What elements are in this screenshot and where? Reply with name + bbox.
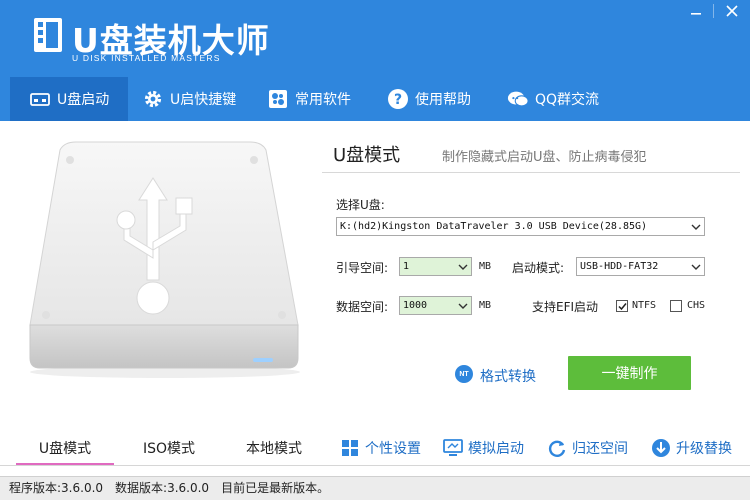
ntfs-label: NTFS bbox=[632, 300, 657, 311]
boot-mode-select[interactable]: USB-HDD-FAT32 bbox=[576, 257, 705, 276]
efi-label: 支持EFI启动 bbox=[532, 300, 599, 314]
status-bar: 程序版本:3.6.0.0 数据版本:3.6.0.0 目前已是最新版本。 bbox=[0, 476, 750, 500]
help-icon: ? bbox=[387, 88, 409, 110]
chevron-down-icon bbox=[458, 264, 468, 270]
minimize-icon bbox=[691, 13, 701, 15]
tool-label: 归还空间 bbox=[572, 441, 628, 457]
divider bbox=[0, 465, 750, 466]
data-space-unit: MB bbox=[479, 300, 492, 311]
program-version: 程序版本:3.6.0.0 bbox=[9, 481, 104, 495]
usb-drive-illustration bbox=[29, 141, 300, 378]
tab-local-mode[interactable]: 本地模式 bbox=[225, 430, 323, 466]
app-subtitle: U DISK INSTALLED MASTERS bbox=[72, 53, 221, 63]
upgrade-replace-button[interactable]: 升级替换 bbox=[651, 430, 732, 466]
svg-text:?: ? bbox=[394, 92, 402, 108]
data-version: 数据版本:3.6.0.0 bbox=[115, 481, 210, 495]
format-convert-link[interactable]: 格式转换 bbox=[480, 366, 536, 386]
data-space-label: 数据空间: bbox=[336, 300, 389, 314]
tab-iso-mode[interactable]: ISO模式 bbox=[120, 430, 218, 466]
boot-space-value: 1 bbox=[403, 261, 410, 272]
download-icon bbox=[651, 438, 671, 458]
boot-mode-value: USB-HDD-FAT32 bbox=[580, 261, 659, 272]
tool-label: 升级替换 bbox=[676, 441, 732, 457]
update-status: 目前已是最新版本。 bbox=[221, 481, 330, 495]
main-nav: U盘启动 U启快捷键 常用软件 ? 使用帮助 QQ群交流 bbox=[0, 77, 750, 121]
simulate-boot-button[interactable]: 模拟启动 bbox=[443, 430, 524, 466]
grid-icon bbox=[340, 438, 360, 458]
restore-space-button[interactable]: 归还空间 bbox=[547, 430, 628, 466]
chevron-down-icon bbox=[691, 224, 701, 230]
personal-settings-button[interactable]: 个性设置 bbox=[340, 430, 421, 466]
data-space-value: 1000 bbox=[403, 300, 428, 311]
software-icon bbox=[267, 88, 289, 110]
select-disk-label: 选择U盘: bbox=[336, 198, 385, 212]
nav-label: 常用软件 bbox=[295, 92, 351, 108]
ntfs-checkbox[interactable] bbox=[616, 300, 628, 312]
close-icon bbox=[726, 5, 738, 17]
tab-u-disk-mode[interactable]: U盘模式 bbox=[16, 430, 114, 466]
gear-icon bbox=[142, 88, 164, 110]
one-click-make-button[interactable]: 一键制作 bbox=[568, 356, 691, 390]
minimize-button[interactable] bbox=[678, 0, 714, 22]
monitor-icon bbox=[443, 438, 463, 458]
boot-space-label: 引导空间: bbox=[336, 261, 389, 275]
checkmark-icon bbox=[618, 303, 627, 311]
nav-qq-group[interactable]: QQ群交流 bbox=[507, 77, 599, 121]
nav-label: QQ群交流 bbox=[535, 92, 600, 108]
boot-mode-label: 启动模式: bbox=[512, 261, 565, 275]
chs-label: CHS bbox=[687, 300, 706, 311]
format-convert-icon[interactable]: NT bbox=[455, 365, 473, 383]
chat-icon bbox=[507, 88, 529, 110]
header-bar: U盘装机大师 U DISK INSTALLED MASTERS U盘启动 U启快… bbox=[0, 0, 750, 121]
mode-title: U盘模式 bbox=[333, 145, 401, 166]
boot-space-select[interactable]: 1 bbox=[399, 257, 472, 276]
disk-select-value: K:(hd2)Kingston DataTraveler 3.0 USB Dev… bbox=[340, 221, 648, 232]
divider bbox=[322, 172, 740, 173]
chevron-down-icon bbox=[691, 264, 701, 270]
nav-common-software[interactable]: 常用软件 bbox=[267, 77, 351, 121]
bottom-bar: U盘模式 ISO模式 本地模式 个性设置 模拟启动 归还空间 升级替换 bbox=[0, 430, 750, 466]
boot-space-unit: MB bbox=[479, 261, 492, 272]
tool-label: 模拟启动 bbox=[468, 441, 524, 457]
close-button[interactable] bbox=[714, 0, 750, 22]
nav-u-disk-boot[interactable]: U盘启动 bbox=[10, 77, 128, 121]
chs-checkbox[interactable] bbox=[670, 300, 682, 312]
nav-label: 使用帮助 bbox=[415, 92, 471, 108]
logo-icon bbox=[34, 18, 62, 52]
data-space-select[interactable]: 1000 bbox=[399, 296, 472, 315]
nav-label: U盘启动 bbox=[57, 92, 110, 108]
mode-description: 制作隐藏式启动U盘、防止病毒侵犯 bbox=[442, 150, 647, 165]
refresh-icon bbox=[547, 438, 567, 458]
disk-select[interactable]: K:(hd2)Kingston DataTraveler 3.0 USB Dev… bbox=[336, 217, 705, 236]
usb-drive-icon bbox=[29, 88, 51, 110]
nav-u-hotkeys[interactable]: U启快捷键 bbox=[142, 77, 236, 121]
chevron-down-icon bbox=[458, 303, 468, 309]
nav-label: U启快捷键 bbox=[170, 92, 237, 108]
nav-help[interactable]: ? 使用帮助 bbox=[387, 77, 471, 121]
tool-label: 个性设置 bbox=[365, 441, 421, 457]
